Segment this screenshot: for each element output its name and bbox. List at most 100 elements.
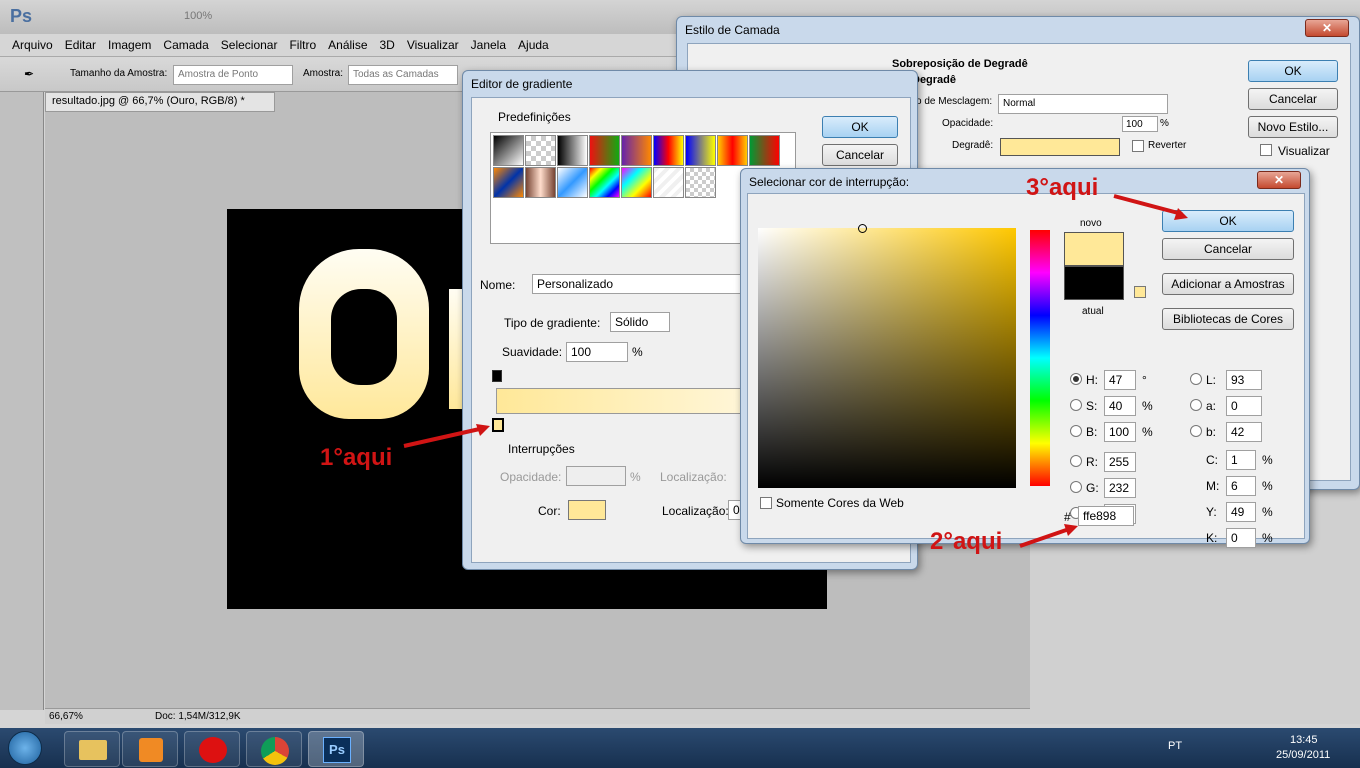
menu-item[interactable]: Janela [471,38,506,52]
start-button[interactable] [8,731,42,765]
add-to-swatches-button[interactable]: Adicionar a Amostras [1162,273,1294,295]
cmyk-value[interactable]: 1 [1226,450,1256,470]
lab-value[interactable]: 93 [1226,370,1262,390]
menu-item[interactable]: Camada [163,38,208,52]
gradient-preset[interactable] [557,135,588,166]
menu-item[interactable]: Ajuda [518,38,549,52]
document-tab[interactable]: resultado.jpg @ 66,7% (Ouro, RGB/8) * [45,92,275,112]
web-only-checkbox[interactable] [760,497,772,509]
current-color-swatch[interactable] [1064,266,1124,300]
gradient-preset[interactable] [589,135,620,166]
color-picker-close-button[interactable]: ✕ [1257,171,1301,189]
color-mode-radio[interactable] [1070,455,1082,467]
color-field[interactable] [758,228,1016,488]
stops-label: Interrupções [508,442,575,456]
stop-color-swatch[interactable] [568,500,606,520]
gradient-preset[interactable] [525,167,556,198]
color-mode-radio[interactable] [1070,425,1082,437]
hue-slider[interactable] [1030,230,1050,486]
gradient-preset[interactable] [525,135,556,166]
stop-opacity-field[interactable] [566,466,626,486]
taskbar-explorer[interactable] [64,731,120,767]
name-field[interactable]: Personalizado [532,274,752,294]
lab-radio[interactable] [1190,425,1202,437]
gradient-editor-title: Editor de gradiente [471,77,573,91]
color-field-value[interactable]: 100 [1104,422,1136,442]
clock-time[interactable]: 13:45 [1290,734,1318,746]
clock-date[interactable]: 25/09/2011 [1276,749,1330,761]
gradient-bar[interactable] [496,388,746,414]
layer-style-ok-button[interactable]: OK [1248,60,1338,82]
gradient-type-select[interactable]: Sólido [610,312,670,332]
gradient-preset[interactable] [557,167,588,198]
gradient-preset[interactable] [493,167,524,198]
taskbar-claro[interactable] [184,731,240,767]
menu-item[interactable]: Selecionar [221,38,278,52]
gradient-preset[interactable] [493,135,524,166]
gradient-preset[interactable] [717,135,748,166]
arrow-first-icon [403,424,490,448]
language-indicator[interactable]: PT [1168,740,1182,752]
color-field-value[interactable]: 40 [1104,396,1136,416]
gradient-preview[interactable] [1000,138,1120,156]
menu-item[interactable]: Análise [328,38,367,52]
lab-value[interactable]: 42 [1226,422,1262,442]
reverse-checkbox[interactable] [1132,140,1144,152]
zoom-display[interactable]: 100% [184,10,212,22]
taskbar-chrome[interactable] [246,731,302,767]
color-field-value[interactable]: 47 [1104,370,1136,390]
color-mode-radio[interactable] [1070,373,1082,385]
menu-item[interactable]: Filtro [289,38,316,52]
picker-cancel-button[interactable]: Cancelar [1162,238,1294,260]
cmyk-value[interactable]: 0 [1226,528,1256,548]
color-stop[interactable] [492,418,504,432]
gradient-preset[interactable] [749,135,780,166]
web-safe-swatch[interactable] [1134,286,1146,298]
menu-item[interactable]: Arquivo [12,38,53,52]
menu-item[interactable]: Editar [65,38,96,52]
sample-size-select[interactable]: Amostra de Ponto [173,65,293,85]
gradient-preset[interactable] [685,167,716,198]
layer-style-close-button[interactable]: ✕ [1305,19,1349,37]
zoom-level[interactable]: 66,67% [49,711,83,722]
color-picker-dialog: Selecionar cor de interrupção: ✕ novo at… [740,168,1310,548]
menu-item[interactable]: Imagem [108,38,151,52]
gradient-preset[interactable] [653,167,684,198]
gradient-ok-button[interactable]: OK [822,116,898,138]
preview-checkbox[interactable] [1260,144,1272,156]
taskbar-photoshop[interactable]: Ps [308,731,364,767]
gradient-preset[interactable] [589,167,620,198]
opacity-stop[interactable] [492,370,502,382]
color-field-value[interactable]: 255 [1104,452,1136,472]
color-libraries-button[interactable]: Bibliotecas de Cores [1162,308,1294,330]
gradient-preset[interactable] [653,135,684,166]
gradient-label: Degradê: [952,140,994,151]
lab-radio[interactable] [1190,373,1202,385]
cmyk-value[interactable]: 49 [1226,502,1256,522]
smoothness-field[interactable]: 100 [566,342,628,362]
new-style-button[interactable]: Novo Estilo... [1248,116,1338,138]
eyedropper-icon[interactable]: ✒ [24,67,34,81]
cmyk-value[interactable]: 6 [1226,476,1256,496]
color-mode-radio[interactable] [1070,399,1082,411]
taskbar-media-player[interactable] [122,731,178,767]
hex-field[interactable]: ffe898 [1078,506,1134,526]
menu-item[interactable]: 3D [380,38,395,52]
claro-icon [199,737,227,763]
layer-style-cancel-button[interactable]: Cancelar [1248,88,1338,110]
gradient-preset[interactable] [621,167,652,198]
lab-radio[interactable] [1190,399,1202,411]
opacity-field[interactable]: 100 [1122,116,1158,132]
color-field-cursor[interactable] [858,224,867,233]
gradient-preset[interactable] [621,135,652,166]
lab-value[interactable]: 0 [1226,396,1262,416]
sample-select[interactable]: Todas as Camadas [348,65,458,85]
gradient-preset[interactable] [685,135,716,166]
color-mode-radio[interactable] [1070,481,1082,493]
color-field-value[interactable]: 232 [1104,478,1136,498]
blend-mode-select[interactable]: Normal [998,94,1168,114]
color-location-label: Localização: [662,504,729,518]
menu-item[interactable]: Visualizar [407,38,459,52]
gradient-cancel-button[interactable]: Cancelar [822,144,898,166]
new-color-swatch [1064,232,1124,266]
